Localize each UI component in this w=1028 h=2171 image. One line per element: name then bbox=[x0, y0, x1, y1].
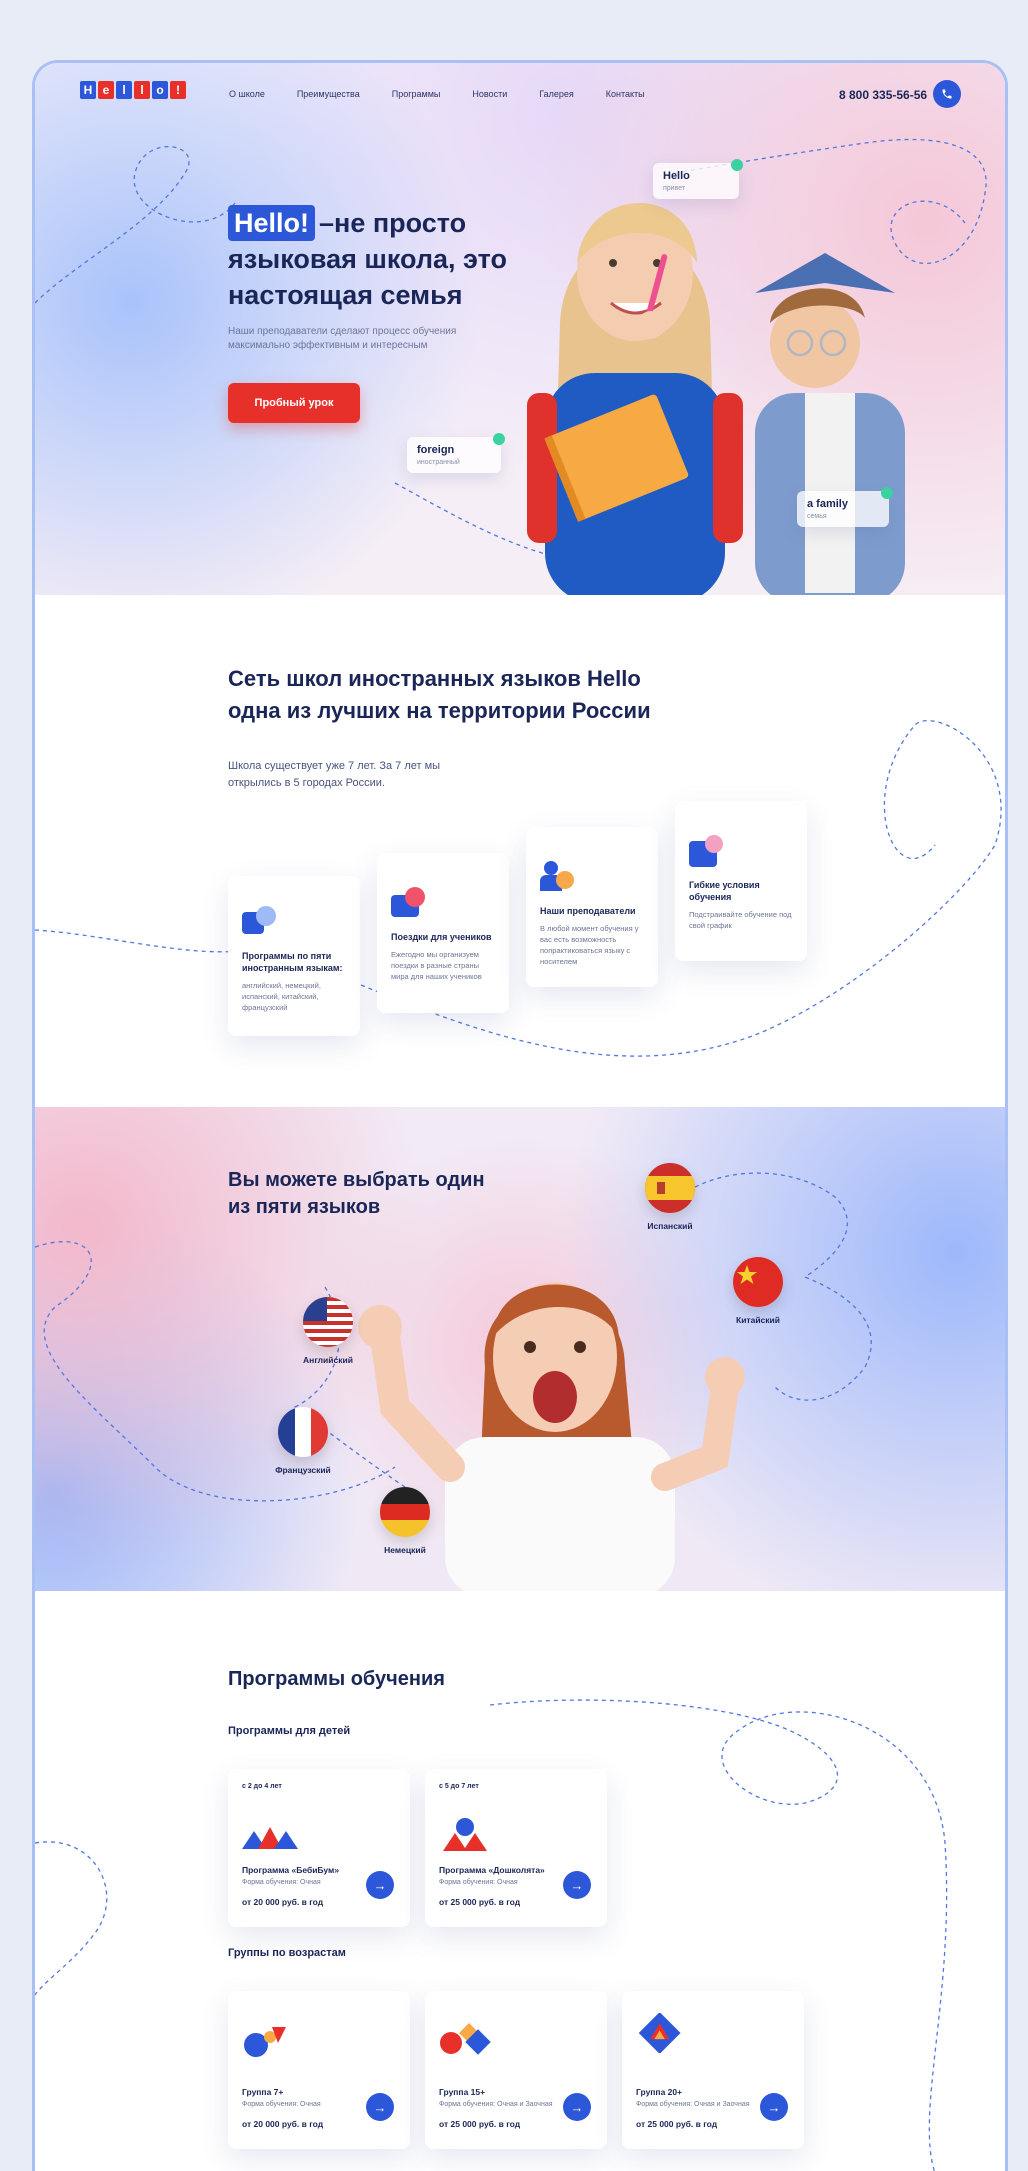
group-price: от 20 000 руб. в год bbox=[242, 2119, 324, 2129]
word-card-word: a family bbox=[807, 498, 848, 510]
group-form: Форма обучения: Очная и Заочная bbox=[636, 2101, 750, 2108]
group-card[interactable]: Группа 15+ Форма обучения: Очная и Заочн… bbox=[425, 1991, 607, 2149]
hello-chip: Hello! bbox=[228, 205, 316, 241]
language-label: Испанский bbox=[647, 1221, 693, 1231]
word-card-translation: привет bbox=[663, 185, 686, 192]
group-form: Форма обучения: Очная bbox=[242, 2101, 321, 2108]
logo-letter: e bbox=[98, 81, 114, 99]
about-title: Сеть школ иностранных языков Hello одна … bbox=[228, 666, 651, 723]
diamond-shape-icon bbox=[638, 2013, 681, 2053]
china-flag-icon[interactable] bbox=[733, 1257, 783, 1307]
age-groups-heading: Группы по возрастам bbox=[228, 1947, 346, 1959]
teacher-icon bbox=[540, 861, 574, 895]
word-card: Hello привет bbox=[653, 159, 743, 199]
phone-number[interactable]: 8 800 335-56-56 bbox=[839, 88, 927, 102]
group-name: Группа 20+ bbox=[636, 2087, 683, 2097]
word-card-translation: семья bbox=[807, 513, 827, 520]
trial-lesson-button[interactable]: Пробный урок bbox=[228, 383, 360, 423]
program-name: Программа «Дошколята» bbox=[439, 1865, 545, 1875]
program-age: с 5 до 7 лет bbox=[439, 1783, 479, 1790]
feature-card: Гибкие условия обучения Подстраивайте об… bbox=[675, 801, 807, 961]
word-card-word: foreign bbox=[417, 444, 455, 456]
check-icon bbox=[881, 487, 893, 499]
france-flag-icon[interactable] bbox=[278, 1407, 328, 1457]
mixed-shapes-icon bbox=[440, 2023, 491, 2055]
feature-card: Наши преподаватели В любой момент обучен… bbox=[526, 827, 658, 987]
about-subtitle: Школа существует уже 7 лет. За 7 лет мы … bbox=[228, 760, 441, 789]
logo-letter: l bbox=[134, 81, 150, 99]
language-label: Французский bbox=[275, 1465, 331, 1475]
spain-flag-icon[interactable] bbox=[645, 1163, 695, 1213]
nav-link-contacts[interactable]: Контакты bbox=[606, 89, 645, 99]
germany-flag-icon[interactable] bbox=[380, 1487, 430, 1537]
feature-text: Ежегодно мы организуем поездки в разные … bbox=[391, 950, 482, 981]
feature-text: Подстраивайте обучение под свой график bbox=[689, 910, 792, 930]
nav-link-gallery[interactable]: Галерея bbox=[539, 89, 574, 99]
program-card[interactable]: с 2 до 4 лет Программа «БебиБум» Форма о… bbox=[228, 1769, 410, 1927]
program-form: Форма обучения: Очная bbox=[242, 1879, 321, 1886]
program-form: Форма обучения: Очная bbox=[439, 1879, 518, 1886]
triangles-icon bbox=[242, 1827, 298, 1849]
program-price: от 25 000 руб. в год bbox=[439, 1897, 521, 1907]
check-icon bbox=[493, 433, 505, 445]
logo-letter: H bbox=[80, 81, 96, 99]
arrow-right-icon[interactable]: → bbox=[366, 1871, 394, 1899]
call-button[interactable] bbox=[933, 80, 961, 108]
translate-icon bbox=[242, 906, 276, 940]
language-label: Немецкий bbox=[384, 1545, 426, 1555]
main-nav: О школе Преимущества Программы Новости Г… bbox=[229, 89, 645, 99]
group-name: Группа 15+ bbox=[439, 2087, 486, 2097]
feature-text: В любой момент обучения у вас есть возмо… bbox=[540, 924, 639, 966]
group-price: от 25 000 руб. в год bbox=[636, 2119, 718, 2129]
word-card-translation: иностранный bbox=[417, 459, 460, 466]
calendar-icon bbox=[689, 835, 723, 869]
nav-link-about[interactable]: О школе bbox=[229, 89, 265, 99]
arrow-right-icon[interactable]: → bbox=[563, 2093, 591, 2121]
feature-card: Поездки для учеников Ежегодно мы организ… bbox=[377, 853, 509, 1013]
landing-page: H e l l o ! О школе Преимущества Програм… bbox=[32, 60, 1008, 2171]
feature-title: Гибкие условия обучения bbox=[689, 880, 760, 902]
arrow-right-icon[interactable]: → bbox=[563, 1871, 591, 1899]
kids-photo bbox=[527, 203, 905, 595]
suitcase-icon bbox=[391, 887, 425, 921]
feature-title: Наши преподаватели bbox=[540, 906, 636, 916]
language-label: Китайский bbox=[736, 1315, 780, 1325]
feature-title: Программы по пяти иностранным языкам: bbox=[242, 951, 343, 973]
group-form: Форма обучения: Очная и Заочная bbox=[439, 2101, 553, 2108]
arrow-right-icon[interactable]: → bbox=[760, 2093, 788, 2121]
word-card: foreign иностранный bbox=[407, 433, 505, 473]
nav-link-news[interactable]: Новости bbox=[472, 89, 507, 99]
program-name: Программа «БебиБум» bbox=[242, 1865, 340, 1875]
nav-link-programs[interactable]: Программы bbox=[392, 89, 441, 99]
phone-icon bbox=[942, 89, 952, 99]
logo-letter: o bbox=[152, 81, 168, 99]
check-icon bbox=[731, 159, 743, 171]
triangles-circle-icon bbox=[443, 1818, 487, 1851]
languages-section: Вы можете выбрать один из пяти языков Ан… bbox=[35, 1107, 1005, 1591]
hero-section: H e l l o ! О школе Преимущества Програм… bbox=[35, 63, 1005, 595]
kids-programs-heading: Программы для детей bbox=[228, 1725, 351, 1737]
program-card[interactable]: с 5 до 7 лет Программа «Дошколята» Форма… bbox=[425, 1769, 607, 1927]
group-card[interactable]: Группа 7+ Форма обучения: Очная от 20 00… bbox=[228, 1991, 410, 2149]
group-card[interactable]: Группа 20+ Форма обучения: Очная и Заочн… bbox=[622, 1991, 804, 2149]
logo-letter: ! bbox=[170, 81, 186, 99]
program-age: с 2 до 4 лет bbox=[242, 1783, 282, 1790]
us-flag-icon[interactable] bbox=[303, 1297, 353, 1347]
feature-text: английский, немецкий, испанский, китайск… bbox=[242, 981, 321, 1012]
arrow-right-icon[interactable]: → bbox=[366, 2093, 394, 2121]
programs-title: Программы обучения bbox=[228, 1668, 445, 1690]
logo-letter: l bbox=[116, 81, 132, 99]
nav-link-advantages[interactable]: Преимущества bbox=[297, 89, 360, 99]
circles-shape-icon bbox=[244, 2027, 286, 2057]
group-name: Группа 7+ bbox=[242, 2087, 284, 2097]
logo[interactable]: H e l l o ! bbox=[80, 81, 186, 99]
program-price: от 20 000 руб. в год bbox=[242, 1897, 324, 1907]
word-card-word: Hello bbox=[663, 170, 690, 182]
language-label: Английский bbox=[303, 1355, 353, 1365]
group-price: от 25 000 руб. в год bbox=[439, 2119, 521, 2129]
word-card: a family семья bbox=[797, 487, 893, 527]
feature-title: Поездки для учеников bbox=[391, 932, 492, 942]
feature-card: Программы по пяти иностранным языкам: ан… bbox=[228, 876, 360, 1036]
